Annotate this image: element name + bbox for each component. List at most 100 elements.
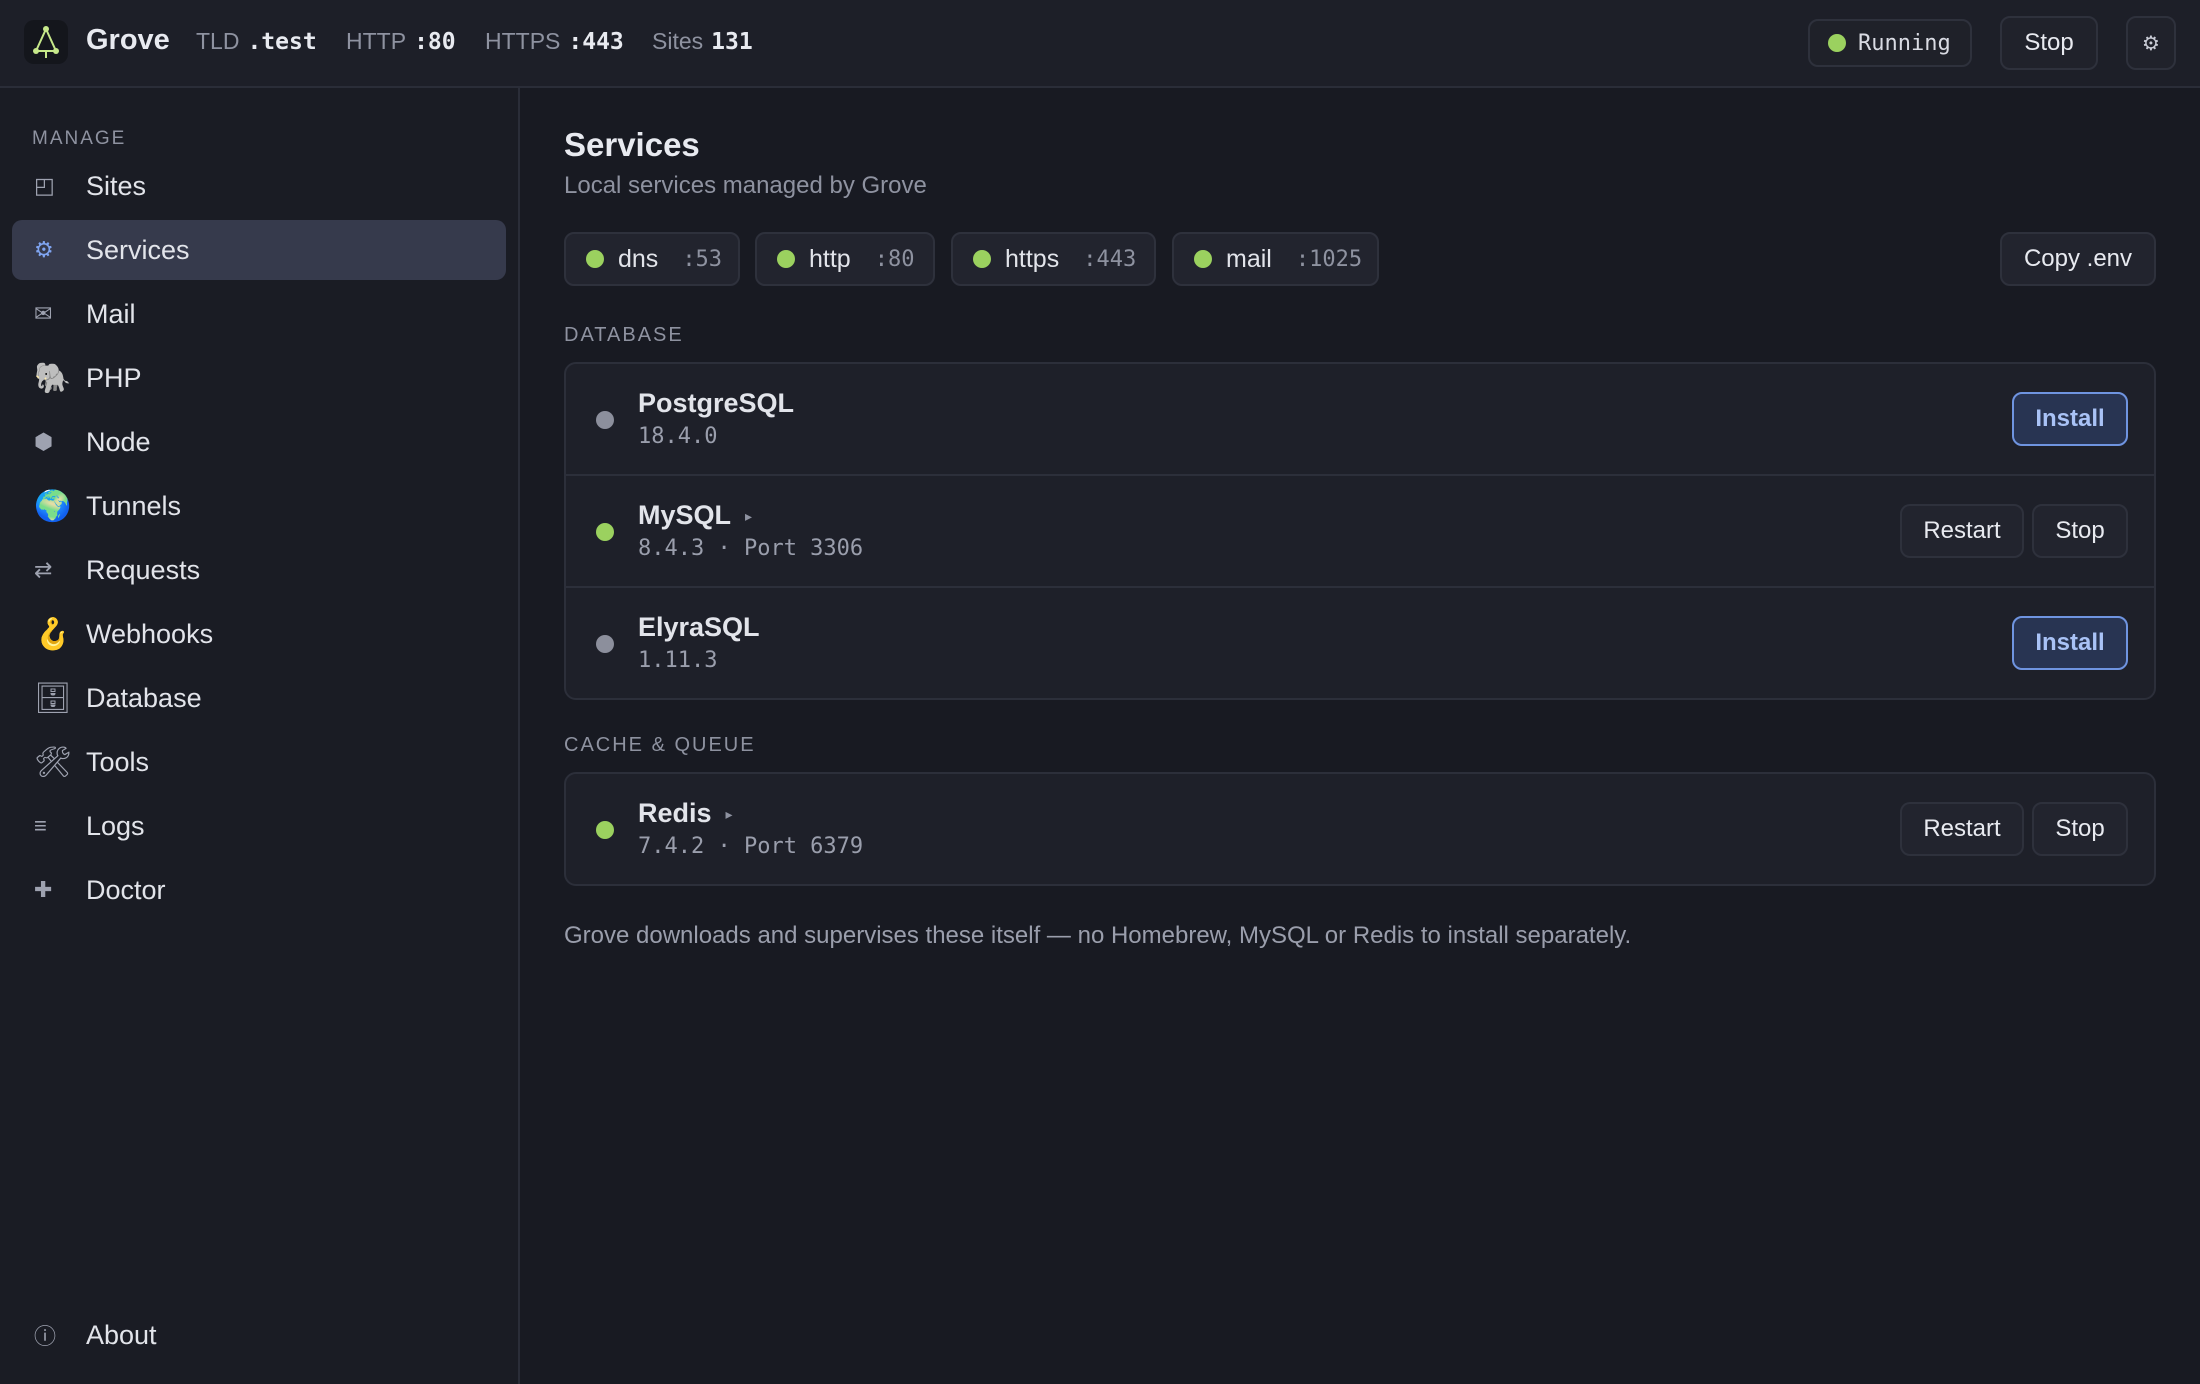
sidebar-item-label: Mail — [86, 298, 136, 329]
https-label: HTTPS — [485, 28, 561, 54]
sidebar-item-label: About — [86, 1319, 157, 1350]
service-chip-http: http :80 — [755, 232, 935, 286]
status-dot — [586, 250, 604, 268]
status-dot — [596, 411, 614, 429]
http-value: :80 — [414, 29, 456, 55]
sidebar-item-php[interactable]: 🐘 PHP — [12, 348, 506, 408]
sidebar-item-label: Webhooks — [86, 618, 214, 649]
tools-icon: 🛠 — [34, 745, 73, 779]
top-bar: Grove TLD .test HTTP :80 HTTPS:443 Sites 13… — [0, 0, 2200, 88]
tld-value: .test — [247, 29, 317, 55]
mail-icon: ✉ — [34, 301, 53, 326]
chip-port: :53 — [682, 246, 723, 272]
sidebar-item-logs[interactable]: ≡ Logs — [12, 796, 506, 856]
stop-all-button[interactable]: Stop — [2000, 16, 2098, 70]
elephant-icon: 🐘 — [34, 361, 72, 395]
sidebar-item-database[interactable]: 🗄 Database — [12, 668, 506, 728]
service-row-mysql[interactable]: MySQL ▸ 8.4.3 · Port 3306 Restart Stop — [566, 476, 2154, 588]
info-icon: ⓘ — [34, 1324, 57, 1349]
sidebar-item-webhooks[interactable]: 🪝 Webhooks — [12, 604, 506, 664]
service-name: PostgreSQL — [638, 388, 794, 419]
page-title: Services — [564, 126, 700, 163]
service-name: ElyraSQL — [638, 612, 760, 643]
settings-icon[interactable]: ⚙ — [2126, 16, 2176, 70]
chip-name: mail — [1226, 244, 1272, 273]
install-button[interactable]: Install — [2012, 392, 2128, 446]
chip-port: :80 — [874, 246, 915, 272]
constellation-icon — [33, 26, 59, 58]
service-row-redis[interactable]: Redis ▸ 7.4.2 · Port 6379 Restart Stop — [566, 774, 2154, 884]
install-button[interactable]: Install — [2012, 616, 2128, 670]
grove-logo — [24, 20, 68, 64]
stop-button[interactable]: Stop — [2032, 504, 2128, 558]
sidebar-section-label: MANAGE — [32, 128, 127, 149]
chip-name: http — [809, 244, 851, 273]
tld-label: TLD — [196, 28, 240, 54]
copy-env-button[interactable]: Copy .env — [2000, 232, 2156, 286]
service-version: 8.4.3 · Port 3306 — [638, 536, 864, 561]
service-version: 7.4.2 · Port 6379 — [638, 834, 864, 859]
service-name-text: MySQL — [638, 500, 732, 530]
sidebar-item-doctor[interactable]: ✚ Doctor — [12, 860, 506, 920]
sidebar-item-label: Logs — [86, 810, 145, 841]
sidebar-item-sites[interactable]: ◰ Sites — [12, 156, 506, 216]
app-name: Grove — [86, 24, 170, 56]
tld-stat: TLD .test — [196, 28, 317, 55]
expand-caret-icon[interactable]: ▸ — [726, 806, 733, 822]
lines-icon: ≡ — [34, 813, 47, 838]
sidebar-item-label: Database — [86, 682, 202, 713]
service-name-text: ElyraSQL — [638, 612, 760, 642]
expand-caret-icon[interactable]: ▸ — [745, 508, 752, 524]
sidebar-item-requests[interactable]: ⇄ Requests — [12, 540, 506, 600]
chip-name: dns — [618, 244, 659, 273]
service-name: MySQL ▸ — [638, 500, 752, 531]
service-chip-https: https :443 — [951, 232, 1156, 286]
service-row-postgresql[interactable]: PostgreSQL 18.4.0 Install — [566, 364, 2154, 476]
sidebar-item-mail[interactable]: ✉ Mail — [12, 284, 506, 344]
sidebar-item-label: PHP — [86, 362, 142, 393]
service-version: 18.4.0 — [638, 424, 718, 449]
sidebar-item-label: Doctor — [86, 874, 166, 905]
arrows-icon: ⇄ — [34, 557, 53, 582]
cabinet-icon: 🗄 — [34, 681, 73, 715]
sidebar-item-services[interactable]: ⚙ Services — [12, 220, 506, 280]
group-label-cache-queue: CACHE & QUEUE — [564, 734, 756, 756]
footer-note: Grove downloads and supervises these its… — [564, 922, 1632, 949]
sites-value: 131 — [711, 29, 753, 55]
sites-stat: Sites 131 — [652, 28, 753, 55]
status-badge: Running — [1808, 19, 1972, 67]
chip-port: :443 — [1083, 246, 1137, 272]
chip-port: :1025 — [1295, 246, 1363, 272]
sidebar-item-about[interactable]: ⓘ About — [12, 1305, 506, 1365]
page-subtitle: Local services managed by Grove — [564, 172, 927, 199]
service-row-elyrasql[interactable]: ElyraSQL 1.11.3 Install — [566, 588, 2154, 698]
restart-button[interactable]: Restart — [1900, 802, 2024, 856]
status-dot — [596, 635, 614, 653]
sidebar-item-tunnels[interactable]: 🌍 Tunnels — [12, 476, 506, 536]
group-label-database: DATABASE — [564, 324, 684, 346]
sidebar-item-label: Tunnels — [86, 490, 182, 521]
service-name: Redis ▸ — [638, 798, 733, 829]
sidebar-item-tools[interactable]: 🛠 Tools — [12, 732, 506, 792]
status-dot — [1194, 250, 1212, 268]
service-version: 1.11.3 — [638, 648, 718, 673]
hexagon-icon: ⬢ — [34, 429, 54, 454]
status-dot — [777, 250, 795, 268]
stop-button[interactable]: Stop — [2032, 802, 2128, 856]
chip-name: https — [1005, 244, 1060, 273]
restart-button[interactable]: Restart — [1900, 504, 2024, 558]
sidebar-item-label: Sites — [86, 170, 147, 201]
status-dot — [596, 523, 614, 541]
sidebar: MANAGE ◰ Sites ⚙ Services ✉ Mail 🐘 PHP ⬢… — [0, 88, 520, 1384]
https-stat: HTTPS:443 — [485, 28, 624, 55]
http-stat: HTTP :80 — [346, 28, 456, 55]
sidebar-item-node[interactable]: ⬢ Node — [12, 412, 506, 472]
hook-icon: 🪝 — [34, 617, 72, 651]
globe-icon: 🌍 — [34, 489, 72, 523]
cache-services-card: Redis ▸ 7.4.2 · Port 6379 Restart Stop — [564, 772, 2156, 886]
sites-icon: ◰ — [34, 173, 55, 198]
service-name-text: PostgreSQL — [638, 388, 795, 418]
gear-icon: ⚙ — [34, 237, 54, 262]
sites-label: Sites — [652, 28, 704, 54]
http-label: HTTP — [346, 28, 407, 54]
